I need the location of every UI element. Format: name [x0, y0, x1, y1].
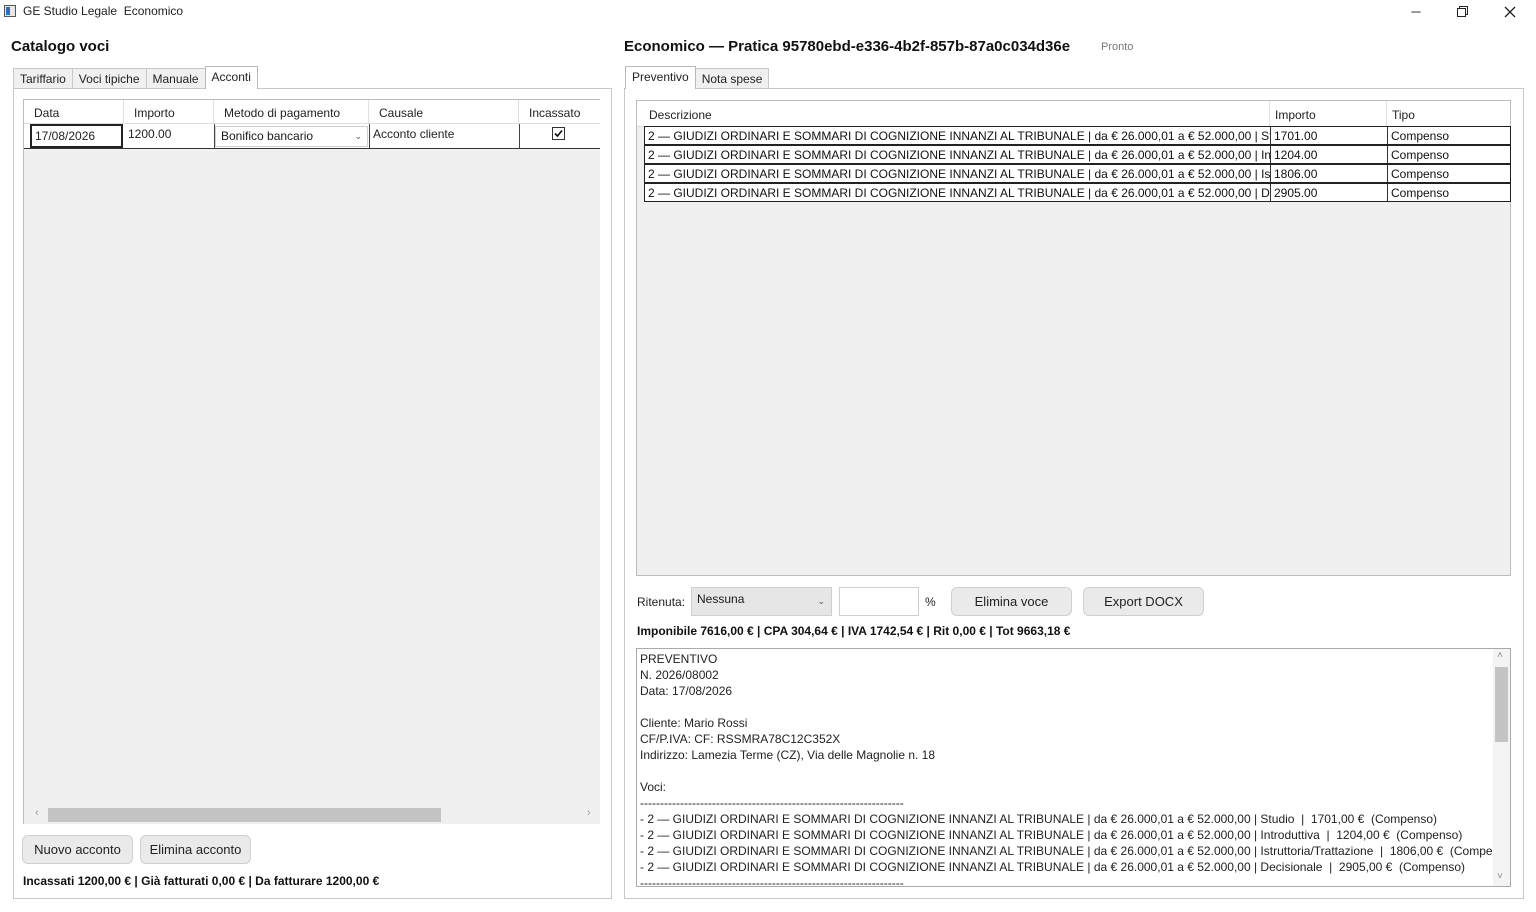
preventivo-preview[interactable]: PREVENTIVO N. 2026/08002 Data: 17/08/202… — [636, 648, 1511, 887]
ritenuta-select[interactable]: Nessuna ⌄ — [691, 587, 832, 616]
elimina-acconto-button[interactable]: Elimina acconto — [140, 835, 251, 864]
scrollbar-thumb[interactable] — [48, 808, 441, 822]
elimina-voce-button[interactable]: Elimina voce — [951, 587, 1072, 616]
causale-cell[interactable]: Acconto cliente — [369, 124, 520, 148]
economico-tabs: Preventivo Nota spese — [625, 66, 770, 89]
preview-line: - 2 — GIUDIZI ORDINARI E SOMMARI DI COGN… — [640, 812, 1437, 826]
descrizione-cell: 2 — GIUDIZI ORDINARI E SOMMARI DI COGNIZ… — [645, 184, 1271, 201]
scroll-down-icon[interactable]: ˅ — [1497, 871, 1503, 882]
economico-title: Economico — Pratica 95780ebd-e336-4b2f-8… — [624, 38, 1071, 55]
table-row[interactable]: 2 — GIUDIZI ORDINARI E SOMMARI DI COGNIZ… — [644, 145, 1511, 164]
status-label: Pronto — [1101, 41, 1134, 53]
close-icon — [1504, 6, 1516, 17]
scroll-left-icon[interactable]: ‹ — [35, 807, 39, 819]
importo-cell: 1806.00 — [1271, 165, 1388, 182]
totals-summary: Imponibile 7616,00 € | CPA 304,64 € | IV… — [637, 624, 1071, 638]
chevron-down-icon: ⌄ — [817, 596, 825, 606]
descrizione-cell: 2 — GIUDIZI ORDINARI E SOMMARI DI COGNIZ… — [645, 127, 1271, 144]
grid-header: Data Importo Metodo di pagamento Causale… — [24, 100, 600, 124]
tipo-cell: Compenso — [1391, 129, 1450, 143]
preview-line: Voci: — [640, 780, 667, 794]
preview-line: Indirizzo: Lamezia Terme (CZ), Via delle… — [640, 748, 936, 762]
window-title: GE Studio Legale Economico — [23, 4, 184, 18]
catalog-title: Catalogo voci — [11, 38, 110, 55]
preview-line: PREVENTIVO — [640, 652, 718, 666]
column-header-descrizione[interactable]: Descrizione — [644, 101, 1270, 127]
metodo-pagamento-value: Bonifico bancario — [221, 129, 314, 143]
preview-line: ----------------------------------------… — [640, 796, 904, 810]
preview-line: - 2 — GIUDIZI ORDINARI E SOMMARI DI COGN… — [640, 860, 1465, 874]
tab-preventivo[interactable]: Preventivo — [625, 66, 696, 89]
preview-line: ----------------------------------------… — [640, 876, 904, 887]
tipo-cell: Compenso — [1391, 148, 1450, 162]
title-bar: GE Studio Legale Economico ─ — [0, 0, 1536, 23]
incassato-checkbox[interactable] — [552, 127, 565, 140]
table-row[interactable]: 2 — GIUDIZI ORDINARI E SOMMARI DI COGNIZ… — [644, 164, 1511, 183]
voci-table: Descrizione Importo Tipo 2 — GIUDIZI ORD… — [636, 100, 1511, 576]
horizontal-scrollbar[interactable]: ‹ › — [24, 806, 600, 824]
table-row[interactable]: 17/08/2026 1200.00 Bonifico bancario ⌄ A… — [24, 124, 600, 149]
scroll-right-icon[interactable]: › — [587, 807, 591, 819]
importo-cell[interactable]: 1200.00 — [125, 124, 215, 148]
chevron-down-icon: ⌄ — [354, 131, 362, 141]
maximize-button[interactable] — [1439, 0, 1485, 23]
ritenuta-label: Ritenuta: — [637, 595, 686, 609]
metodo-pagamento-select[interactable]: Bonifico bancario ⌄ — [215, 126, 368, 147]
nuovo-acconto-button[interactable]: Nuovo acconto — [22, 835, 133, 864]
restore-icon — [1456, 6, 1468, 17]
tab-nota-spese[interactable]: Nota spese — [694, 68, 770, 89]
percent-input[interactable] — [839, 587, 919, 616]
tipo-cell: Compenso — [1391, 186, 1450, 200]
tipo-cell: Compenso — [1391, 167, 1450, 181]
preview-line: Cliente: Mario Rossi — [640, 716, 748, 730]
acconti-grid: Data Importo Metodo di pagamento Causale… — [23, 99, 600, 824]
tab-acconti[interactable]: Acconti — [204, 66, 258, 89]
descrizione-cell: 2 — GIUDIZI ORDINARI E SOMMARI DI COGNIZ… — [645, 165, 1271, 182]
checkmark-icon — [554, 129, 563, 138]
vertical-scrollbar[interactable]: ˄ ˅ — [1493, 649, 1510, 886]
minimize-button[interactable]: ─ — [1393, 0, 1439, 23]
app-icon — [4, 5, 16, 17]
column-header-metodo[interactable]: Metodo di pagamento — [214, 100, 369, 124]
minimize-icon: ─ — [1411, 4, 1421, 19]
column-header-incassato[interactable]: Incassato — [519, 100, 600, 124]
preview-line: - 2 — GIUDIZI ORDINARI E SOMMARI DI COGN… — [640, 844, 1511, 858]
tab-manuale[interactable]: Manuale — [145, 68, 206, 89]
column-header-importo[interactable]: Importo — [124, 100, 214, 124]
preview-line: - 2 — GIUDIZI ORDINARI E SOMMARI DI COGN… — [640, 828, 1463, 842]
column-header-importo[interactable]: Importo — [1270, 101, 1387, 127]
preview-line: CF/P.IVA: CF: RSSMRA78C12C352X — [640, 732, 841, 746]
importo-cell: 2905.00 — [1271, 184, 1388, 201]
scroll-up-icon[interactable]: ˄ — [1497, 650, 1503, 661]
tab-tariffario[interactable]: Tariffario — [13, 68, 73, 89]
preview-line: N. 2026/08002 — [640, 668, 719, 682]
descrizione-cell: 2 — GIUDIZI ORDINARI E SOMMARI DI COGNIZ… — [645, 146, 1271, 163]
close-button[interactable] — [1487, 0, 1533, 23]
export-docx-button[interactable]: Export DOCX — [1083, 587, 1204, 616]
data-cell[interactable]: 17/08/2026 — [30, 124, 123, 148]
table-row[interactable]: 2 — GIUDIZI ORDINARI E SOMMARI DI COGNIZ… — [644, 183, 1511, 202]
tab-voci-tipiche[interactable]: Voci tipiche — [71, 68, 147, 89]
preview-line: Data: 17/08/2026 — [640, 684, 733, 698]
percent-label: % — [925, 595, 936, 609]
catalog-tabs: Tariffario Voci tipiche Manuale Acconti — [13, 66, 258, 89]
acconti-summary: Incassati 1200,00 € | Già fatturati 0,00… — [23, 874, 380, 888]
scrollbar-thumb[interactable] — [1495, 667, 1508, 742]
table-row[interactable]: 2 — GIUDIZI ORDINARI E SOMMARI DI COGNIZ… — [644, 126, 1511, 145]
column-header-data[interactable]: Data — [24, 100, 124, 124]
column-header-causale[interactable]: Causale — [369, 100, 519, 124]
importo-cell: 1204.00 — [1271, 146, 1388, 163]
importo-cell: 1701.00 — [1271, 127, 1388, 144]
column-header-tipo[interactable]: Tipo — [1387, 101, 1510, 127]
table-header: Descrizione Importo Tipo — [637, 101, 1510, 127]
ritenuta-value: Nessuna — [697, 592, 745, 606]
